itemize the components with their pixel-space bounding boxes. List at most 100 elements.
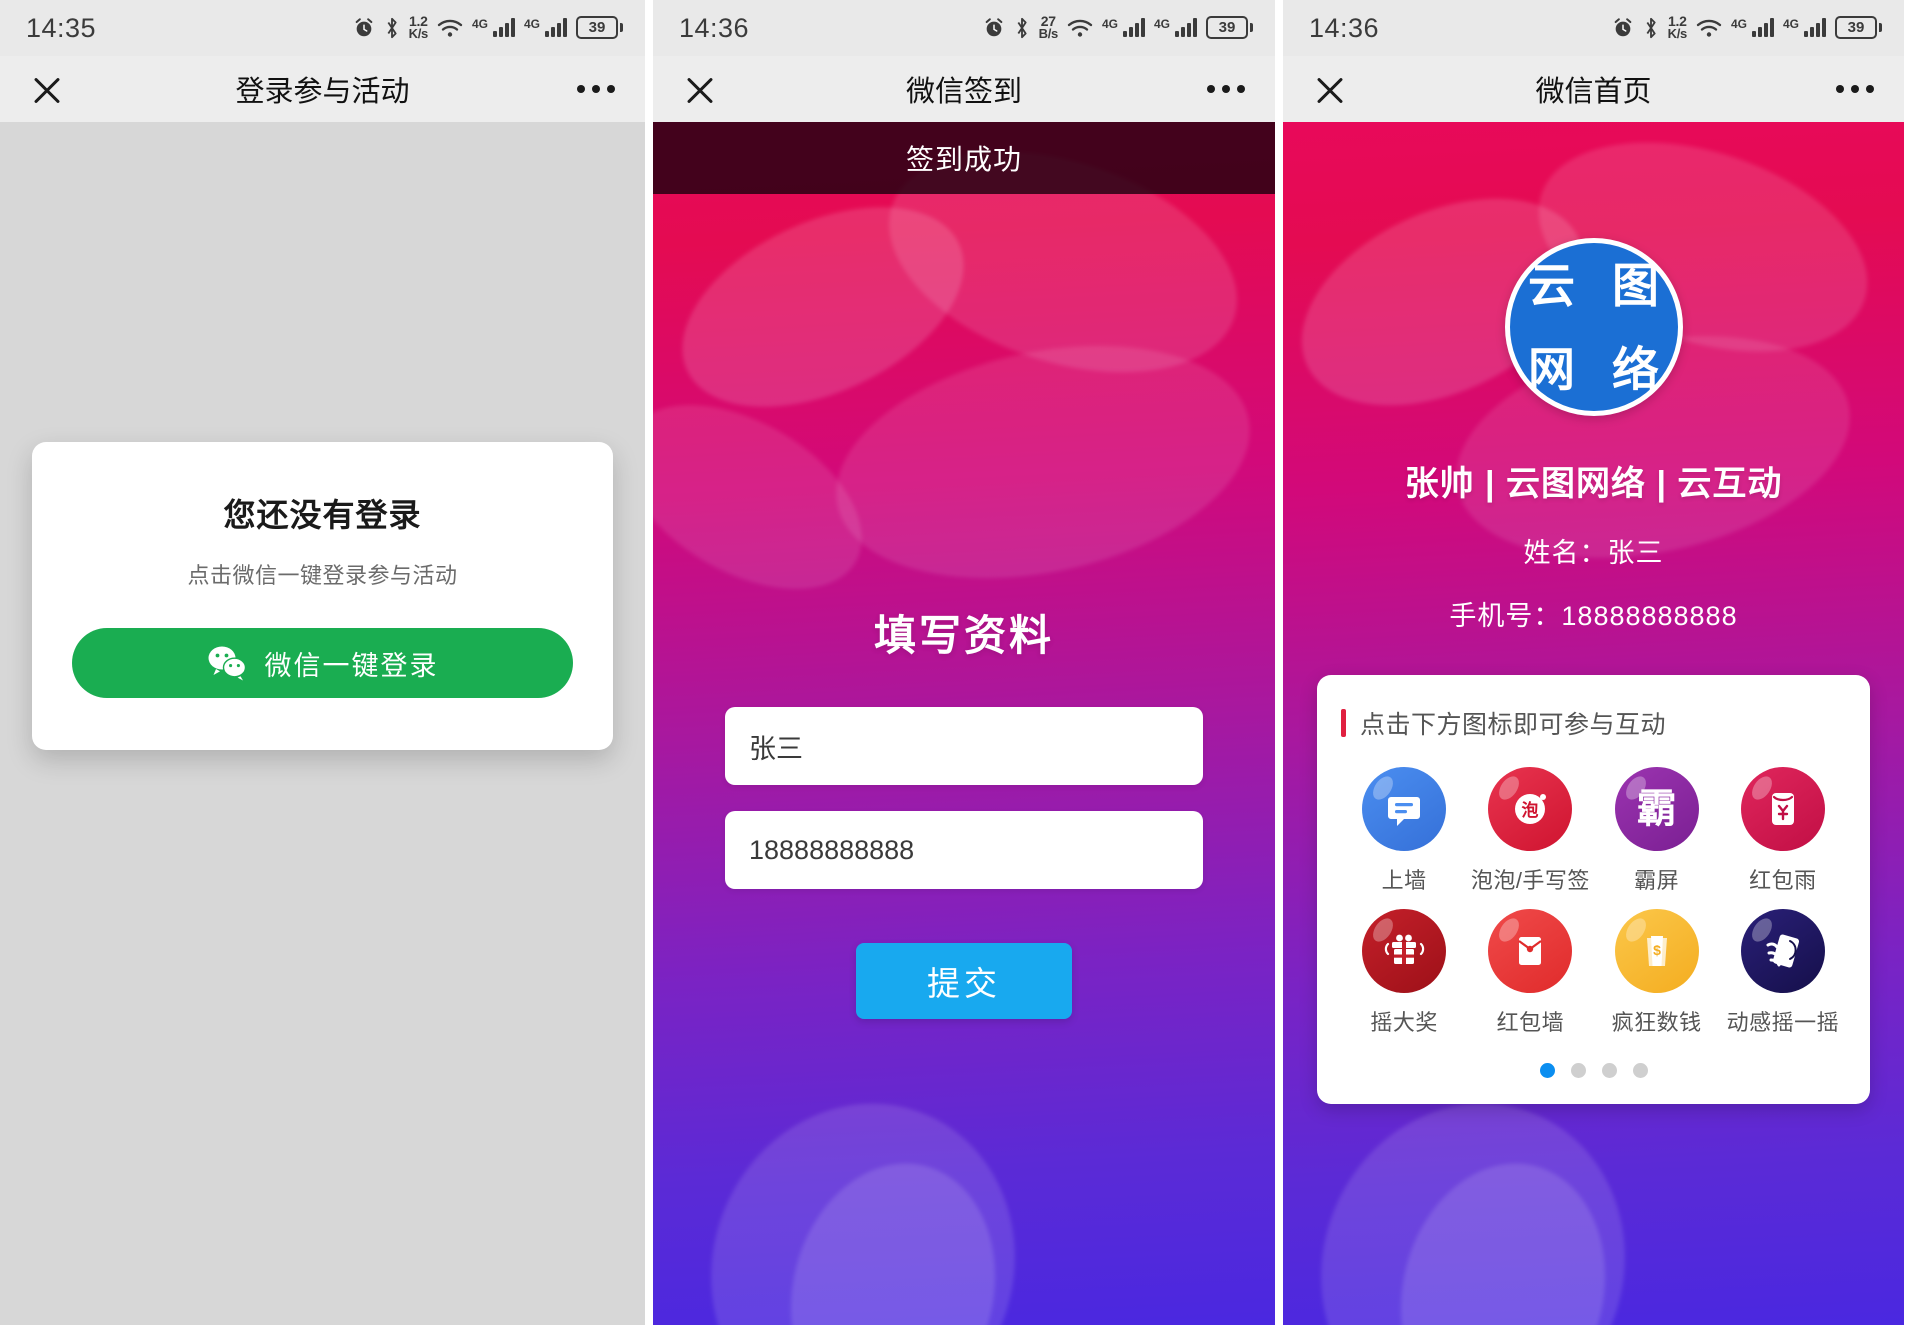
user-name-row: 姓名：张三 [1523,538,1664,568]
logo-char-3: 络 [1612,342,1659,396]
phone-field[interactable]: 18888888888 [725,811,1203,889]
form-title: 填写资料 [873,612,1054,659]
bubble-sign-icon: 泡 [1488,767,1573,851]
battery-level: 39 [1206,16,1248,40]
interaction-label: 泡泡/手写签 [1470,868,1590,893]
interaction-item[interactable]: 摇大奖 [1341,909,1467,1037]
logo-char-2: 网 [1528,342,1575,396]
interaction-item[interactable]: 动感摇一摇 [1720,909,1846,1037]
carousel-pager [1341,1063,1846,1084]
pager-dot-4[interactable] [1632,1063,1648,1078]
alarm-icon [355,18,372,37]
close-icon[interactable] [30,72,64,106]
pager-dot-1[interactable] [1539,1063,1555,1078]
interaction-item[interactable]: 红包墙 [1467,909,1593,1037]
shake-prize-icon [1362,909,1447,993]
signal-bars-2 [1804,18,1826,38]
screenshot-triptych: 14:35 1.2 K/s 4G 4G 39 登录参与活动 您还没有登录 点击微… [0,0,1920,1325]
network-speed: 1.2 K/s [409,14,429,41]
bluetooth-icon [1017,17,1027,39]
network-speed-unit: B/s [1038,26,1059,42]
alarm-icon [985,18,1002,37]
network-gen-2: 4G [1153,17,1170,32]
red-packet-wall-icon [1488,909,1573,993]
red-packet-rain-glyph [1761,786,1805,832]
profile-form: 填写资料 张三 18888888888 提交 [653,602,1275,1019]
accent-bar [1341,709,1346,737]
close-icon[interactable] [1313,72,1347,106]
interaction-item[interactable]: 霸 霸屏 [1594,767,1720,895]
network-speed: 27 B/s [1038,14,1059,42]
screen-takeover-icon: 霸 [1614,767,1699,851]
interaction-label: 动感摇一摇 [1726,1010,1840,1035]
interaction-label: 红包雨 [1749,868,1817,893]
status-icons: 1.2 K/s 4G 4G 39 [353,14,623,41]
shake-phone-glyph [1759,927,1807,975]
status-clock: 14:36 [679,12,750,43]
network-gen-2: 4G [1782,17,1799,32]
battery-icon: 39 [1835,16,1882,40]
network-gen-2: 4G [523,17,540,32]
interaction-label: 霸屏 [1634,868,1680,893]
status-icons: 27 B/s 4G 4G 39 [983,14,1253,42]
red-packet-wall-glyph [1508,928,1552,974]
signal-bars-1 [1122,18,1145,38]
submit-button-label: 提交 [927,965,1001,1002]
user-phone-row: 手机号：18888888888 [1449,601,1738,631]
screen-takeover-glyph: 霸 [1636,787,1677,831]
name-field[interactable]: 张三 [725,707,1203,785]
interaction-label: 疯狂数钱 [1611,1010,1702,1035]
checkin-toast-text: 签到成功 [905,144,1022,175]
status-icons: 1.2 K/s 4G 4G 39 [1612,14,1882,41]
message-wall-icon [1362,767,1447,851]
count-money-glyph: $ [1634,928,1680,974]
more-dots-icon[interactable] [1207,85,1245,93]
battery-cap [620,23,623,33]
interaction-item[interactable]: 红包雨 [1720,767,1846,895]
pager-dot-3[interactable] [1601,1063,1617,1078]
wifi-icon [437,19,463,37]
alarm-icon [1614,18,1631,37]
network-gen-1: 4G [1101,17,1118,32]
interaction-card: 点击下方图标即可参与互动 上墙 泡 泡泡/手写签 霸 霸屏 红包雨 摇大奖 红包… [1317,675,1870,1104]
network-gen-1: 4G [1730,17,1747,32]
bluetooth-icon [1646,17,1656,39]
svg-text:泡: 泡 [1522,800,1539,820]
page-title: 微信签到 [905,76,1022,108]
page-title: 微信首页 [1535,76,1652,108]
login-card-subtitle: 点击微信一键登录参与活动 [187,563,458,588]
submit-button[interactable]: 提交 [856,943,1072,1019]
shake-prize-glyph [1380,928,1428,974]
status-bar-2: 14:36 27 B/s 4G 4G 39 [653,0,1275,56]
nav-bar-2: 微信签到 [653,56,1275,122]
status-bar-1: 14:35 1.2 K/s 4G 4G 39 [0,0,645,56]
close-icon[interactable] [683,72,717,106]
interaction-label: 上墙 [1381,868,1427,893]
battery-cap [1250,23,1253,33]
interaction-item[interactable]: 泡 泡泡/手写签 [1467,767,1593,895]
more-dots-icon[interactable] [1836,85,1874,93]
network-speed: 1.2 K/s [1668,14,1688,41]
status-clock: 14:36 [1309,12,1380,43]
pager-dot-2[interactable] [1570,1063,1586,1078]
interaction-item[interactable]: $ 疯狂数钱 [1594,909,1720,1037]
screen-checkin-form: 14:36 27 B/s 4G 4G 39 微信签到 签到成功 填写资料 张三 … [645,0,1283,1325]
red-packet-rain-icon [1740,767,1825,851]
company-logo: 云 图 网 络 [1504,238,1683,416]
wechat-login-button[interactable]: 微信一键登录 [72,628,573,698]
signal-bars-1 [492,18,515,38]
signal-bars-2 [545,18,567,38]
interaction-item[interactable]: 上墙 [1341,767,1467,895]
interaction-label: 摇大奖 [1370,1010,1438,1035]
more-dots-icon[interactable] [577,85,615,93]
interaction-label: 红包墙 [1496,1010,1565,1035]
page-title: 登录参与活动 [235,76,410,108]
interaction-card-header: 点击下方图标即可参与互动 [1341,705,1846,741]
status-clock: 14:35 [26,12,97,43]
battery-level: 39 [1835,16,1877,40]
nav-bar-1: 登录参与活动 [0,56,645,122]
interaction-grid: 上墙 泡 泡泡/手写签 霸 霸屏 红包雨 摇大奖 红包墙 $ 疯狂数钱 动感摇一… [1341,767,1846,1037]
login-card: 您还没有登录 点击微信一键登录参与活动 微信一键登录 [32,442,613,750]
battery-level: 39 [576,16,618,40]
wechat-icon [208,646,246,681]
